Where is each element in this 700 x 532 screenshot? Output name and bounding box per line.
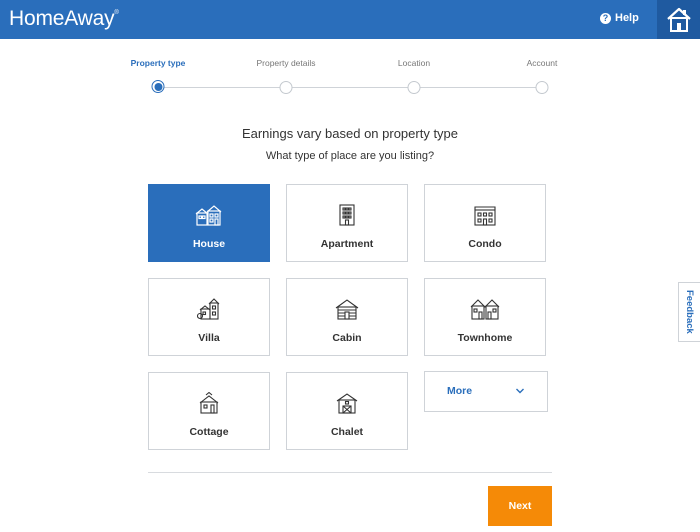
property-card-cabin[interactable]: Cabin xyxy=(286,278,408,356)
property-card-house[interactable]: House xyxy=(148,184,270,262)
property-card-condo[interactable]: Condo xyxy=(424,184,546,262)
help-link[interactable]: ? Help xyxy=(600,12,639,24)
townhome-icon xyxy=(470,299,500,320)
chalet-icon xyxy=(336,393,358,414)
apartment-icon xyxy=(339,204,355,226)
property-card-label: Villa xyxy=(198,332,220,344)
property-card-label: Chalet xyxy=(330,426,364,438)
property-card-label: Cabin xyxy=(332,332,362,344)
step-label-account: Account xyxy=(526,58,558,68)
house-icon xyxy=(195,205,222,226)
house-badge-icon xyxy=(666,7,691,32)
property-card-villa[interactable]: Villa xyxy=(148,278,270,356)
property-card-townhome[interactable]: Townhome xyxy=(424,278,546,356)
top-header: HomeAway® ? Help xyxy=(0,0,700,39)
logo-text: HomeAway xyxy=(9,7,115,30)
step-dot-account[interactable] xyxy=(535,81,549,94)
property-card-apartment[interactable]: Apartment xyxy=(286,184,408,262)
villa-icon xyxy=(197,298,220,320)
cottage-icon xyxy=(199,392,219,414)
brand-home-button[interactable] xyxy=(657,0,700,39)
more-label: More xyxy=(447,385,473,397)
help-label: Help xyxy=(615,12,639,24)
step-label-location: Location xyxy=(397,58,431,68)
page-heading: Earnings vary based on property type xyxy=(241,126,459,141)
property-card-cottage[interactable]: Cottage xyxy=(148,372,270,450)
condo-icon xyxy=(474,206,496,226)
feedback-label: Feedback xyxy=(684,290,695,334)
property-card-label: Apartment xyxy=(320,238,374,250)
question-circle-icon: ? xyxy=(600,12,611,24)
property-card-label: Townhome xyxy=(457,332,513,344)
step-dot-property-type[interactable] xyxy=(151,80,165,93)
next-button[interactable]: Next xyxy=(488,486,552,526)
cabin-icon xyxy=(335,299,359,320)
property-card-label: Cottage xyxy=(189,426,229,438)
more-property-types-button[interactable]: More xyxy=(424,371,548,412)
footer-divider xyxy=(148,472,552,473)
stepper-track xyxy=(158,87,542,88)
step-dot-location[interactable] xyxy=(407,81,421,94)
property-card-label: Condo xyxy=(468,238,502,250)
chevron-down-icon xyxy=(516,388,524,394)
registered-mark: ® xyxy=(114,10,119,16)
step-label-property-type: Property type xyxy=(130,58,186,68)
property-card-label: House xyxy=(192,238,226,250)
homeaway-logo[interactable]: HomeAway® xyxy=(9,7,119,31)
step-label-property-details: Property details xyxy=(256,58,316,68)
property-card-chalet[interactable]: Chalet xyxy=(286,372,408,450)
feedback-tab[interactable]: Feedback xyxy=(678,282,700,342)
step-dot-property-details[interactable] xyxy=(279,81,293,94)
page-subheading: What type of place are you listing? xyxy=(265,150,435,162)
